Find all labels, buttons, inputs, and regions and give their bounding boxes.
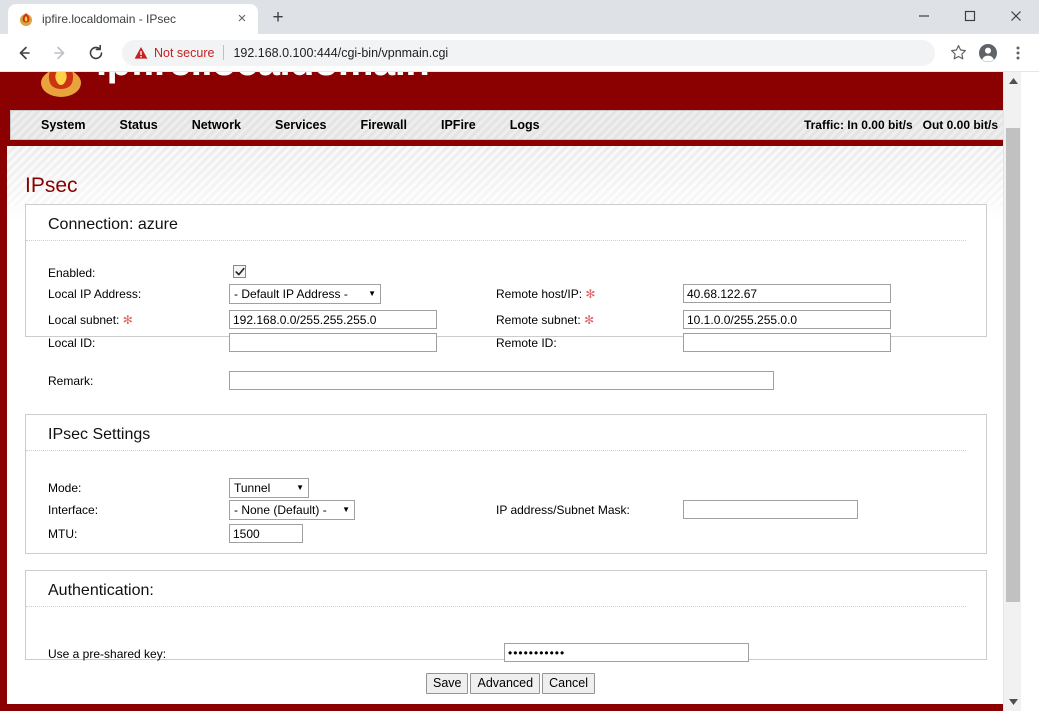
local-subnet-label-text: Local subnet: bbox=[48, 313, 119, 327]
star-icon[interactable] bbox=[944, 39, 972, 67]
interface-value: - None (Default) - bbox=[234, 503, 327, 517]
omnibox-divider bbox=[223, 45, 224, 60]
scroll-up-arrow-icon[interactable] bbox=[1004, 72, 1021, 90]
tab-strip: ipfire.localdomain - IPsec × + bbox=[0, 0, 1039, 34]
three-dot-menu-icon[interactable] bbox=[1004, 39, 1032, 67]
chevron-down-icon: ▼ bbox=[360, 290, 376, 298]
nav-item-firewall[interactable]: Firewall bbox=[350, 118, 417, 132]
cancel-button[interactable]: Cancel bbox=[542, 673, 595, 694]
window-controls bbox=[901, 0, 1039, 32]
new-tab-button[interactable]: + bbox=[264, 4, 292, 32]
forward-icon[interactable] bbox=[45, 38, 75, 68]
close-icon[interactable] bbox=[993, 0, 1039, 32]
nav-item-network[interactable]: Network bbox=[182, 118, 251, 132]
nav-item-logs[interactable]: Logs bbox=[500, 118, 550, 132]
back-icon[interactable] bbox=[9, 38, 39, 68]
nav-item-system[interactable]: System bbox=[31, 118, 95, 132]
tab-close-icon[interactable]: × bbox=[234, 11, 250, 27]
scrollbar-thumb[interactable] bbox=[1006, 128, 1020, 602]
browser-toolbar: Not secure 192.168.0.100:444/cgi-bin/vpn… bbox=[0, 34, 1039, 72]
local-ip-address-value: - Default IP Address - bbox=[234, 287, 348, 301]
traffic-in-label: Traffic: In 0.00 bit/s bbox=[804, 118, 913, 132]
enabled-label: Enabled: bbox=[48, 266, 95, 280]
save-button[interactable]: Save bbox=[426, 673, 469, 694]
browser-window: ipfire.localdomain - IPsec × + bbox=[0, 0, 1039, 711]
required-marker: ✻ bbox=[123, 313, 133, 327]
remote-id-label: Remote ID: bbox=[496, 336, 557, 350]
remote-id-input[interactable] bbox=[683, 333, 891, 352]
local-id-label: Local ID: bbox=[48, 336, 95, 350]
mode-value: Tunnel bbox=[234, 481, 270, 495]
required-marker: ✻ bbox=[585, 287, 595, 301]
tab-title: ipfire.localdomain - IPsec bbox=[42, 12, 230, 26]
chevron-down-icon: ▼ bbox=[288, 484, 304, 492]
security-status-label: Not secure bbox=[154, 46, 214, 60]
mode-label: Mode: bbox=[48, 481, 81, 495]
remote-host-ip-label: Remote host/IP: ✻ bbox=[496, 287, 595, 301]
authentication-fieldset: Authentication: Use a pre-shared key: bbox=[25, 570, 987, 660]
form-button-row: SaveAdvancedCancel bbox=[7, 673, 1014, 694]
mtu-label: MTU: bbox=[48, 527, 77, 541]
required-marker: ✻ bbox=[584, 313, 594, 327]
remark-input[interactable] bbox=[229, 371, 774, 390]
scrollbar-track[interactable] bbox=[1004, 90, 1021, 693]
page-scrollbar[interactable] bbox=[1003, 72, 1021, 711]
ip-address-subnet-mask-input[interactable] bbox=[683, 500, 858, 519]
remark-label: Remark: bbox=[48, 374, 93, 388]
pre-shared-key-input[interactable] bbox=[504, 643, 749, 662]
chevron-down-icon: ▼ bbox=[334, 506, 350, 514]
interface-select[interactable]: - None (Default) - ▼ bbox=[229, 500, 355, 520]
url-text: 192.168.0.100:444/cgi-bin/vpnmain.cgi bbox=[233, 46, 448, 60]
traffic-out-label: Out 0.00 bit/s bbox=[923, 118, 998, 132]
nav-item-services[interactable]: Services bbox=[265, 118, 336, 132]
local-subnet-label: Local subnet: ✻ bbox=[48, 313, 133, 327]
authentication-legend: Authentication: bbox=[26, 571, 966, 607]
ip-address-subnet-mask-label: IP address/Subnet Mask: bbox=[496, 503, 630, 517]
page-title: IPsec bbox=[25, 174, 78, 198]
nav-item-status[interactable]: Status bbox=[109, 118, 167, 132]
warning-triangle-icon bbox=[134, 46, 148, 60]
remote-host-ip-label-text: Remote host/IP: bbox=[496, 287, 582, 301]
connection-fieldset: Connection: azure Enabled: Local IP Addr… bbox=[25, 204, 987, 337]
enabled-checkbox[interactable] bbox=[233, 265, 246, 278]
mtu-input[interactable] bbox=[229, 524, 303, 543]
ipfire-logo-icon: ipfire bbox=[34, 72, 88, 100]
scroll-down-arrow-icon[interactable] bbox=[1004, 693, 1021, 711]
ipfire-main-nav: System Status Network Services Firewall … bbox=[10, 110, 1011, 140]
interface-label: Interface: bbox=[48, 503, 98, 517]
advanced-button[interactable]: Advanced bbox=[470, 673, 540, 694]
page-viewport: ipfire ipfire.localdomain System Status … bbox=[0, 72, 1039, 711]
ipfire-nav-wrapper: System Status Network Services Firewall … bbox=[0, 110, 1021, 146]
ipfire-content: IPsec Connection: azure Enabled: Local I… bbox=[7, 146, 1014, 704]
traffic-status: Traffic: In 0.00 bit/s Out 0.00 bit/s bbox=[794, 118, 998, 132]
browser-tab[interactable]: ipfire.localdomain - IPsec × bbox=[8, 4, 258, 34]
ipfire-content-frame: IPsec Connection: azure Enabled: Local I… bbox=[0, 146, 1021, 711]
remote-subnet-label: Remote subnet: ✻ bbox=[496, 313, 594, 327]
maximize-icon[interactable] bbox=[947, 0, 993, 32]
address-bar[interactable]: Not secure 192.168.0.100:444/cgi-bin/vpn… bbox=[122, 40, 935, 66]
ipfire-web-ui: ipfire ipfire.localdomain System Status … bbox=[0, 72, 1021, 711]
account-avatar-icon[interactable] bbox=[974, 39, 1002, 67]
nav-item-ipfire[interactable]: IPFire bbox=[431, 118, 486, 132]
local-ip-address-label: Local IP Address: bbox=[48, 287, 141, 301]
ipfire-favicon bbox=[18, 11, 34, 27]
ipfire-header-banner: ipfire ipfire.localdomain bbox=[0, 72, 1021, 110]
local-subnet-input[interactable] bbox=[229, 310, 437, 329]
remote-subnet-input[interactable] bbox=[683, 310, 891, 329]
ipsec-settings-legend: IPsec Settings bbox=[26, 415, 966, 451]
minimize-icon[interactable] bbox=[901, 0, 947, 32]
pre-shared-key-label: Use a pre-shared key: bbox=[48, 647, 166, 661]
local-id-input[interactable] bbox=[229, 333, 437, 352]
remote-host-ip-input[interactable] bbox=[683, 284, 891, 303]
ipsec-settings-fieldset: IPsec Settings Mode: Tunnel ▼ Interface:… bbox=[25, 414, 987, 554]
remote-subnet-label-text: Remote subnet: bbox=[496, 313, 581, 327]
reload-icon[interactable] bbox=[81, 38, 111, 68]
local-ip-address-select[interactable]: - Default IP Address - ▼ bbox=[229, 284, 381, 304]
mode-select[interactable]: Tunnel ▼ bbox=[229, 478, 309, 498]
ipfire-hostname-title: ipfire.localdomain bbox=[96, 72, 429, 85]
connection-legend: Connection: azure bbox=[26, 205, 966, 241]
